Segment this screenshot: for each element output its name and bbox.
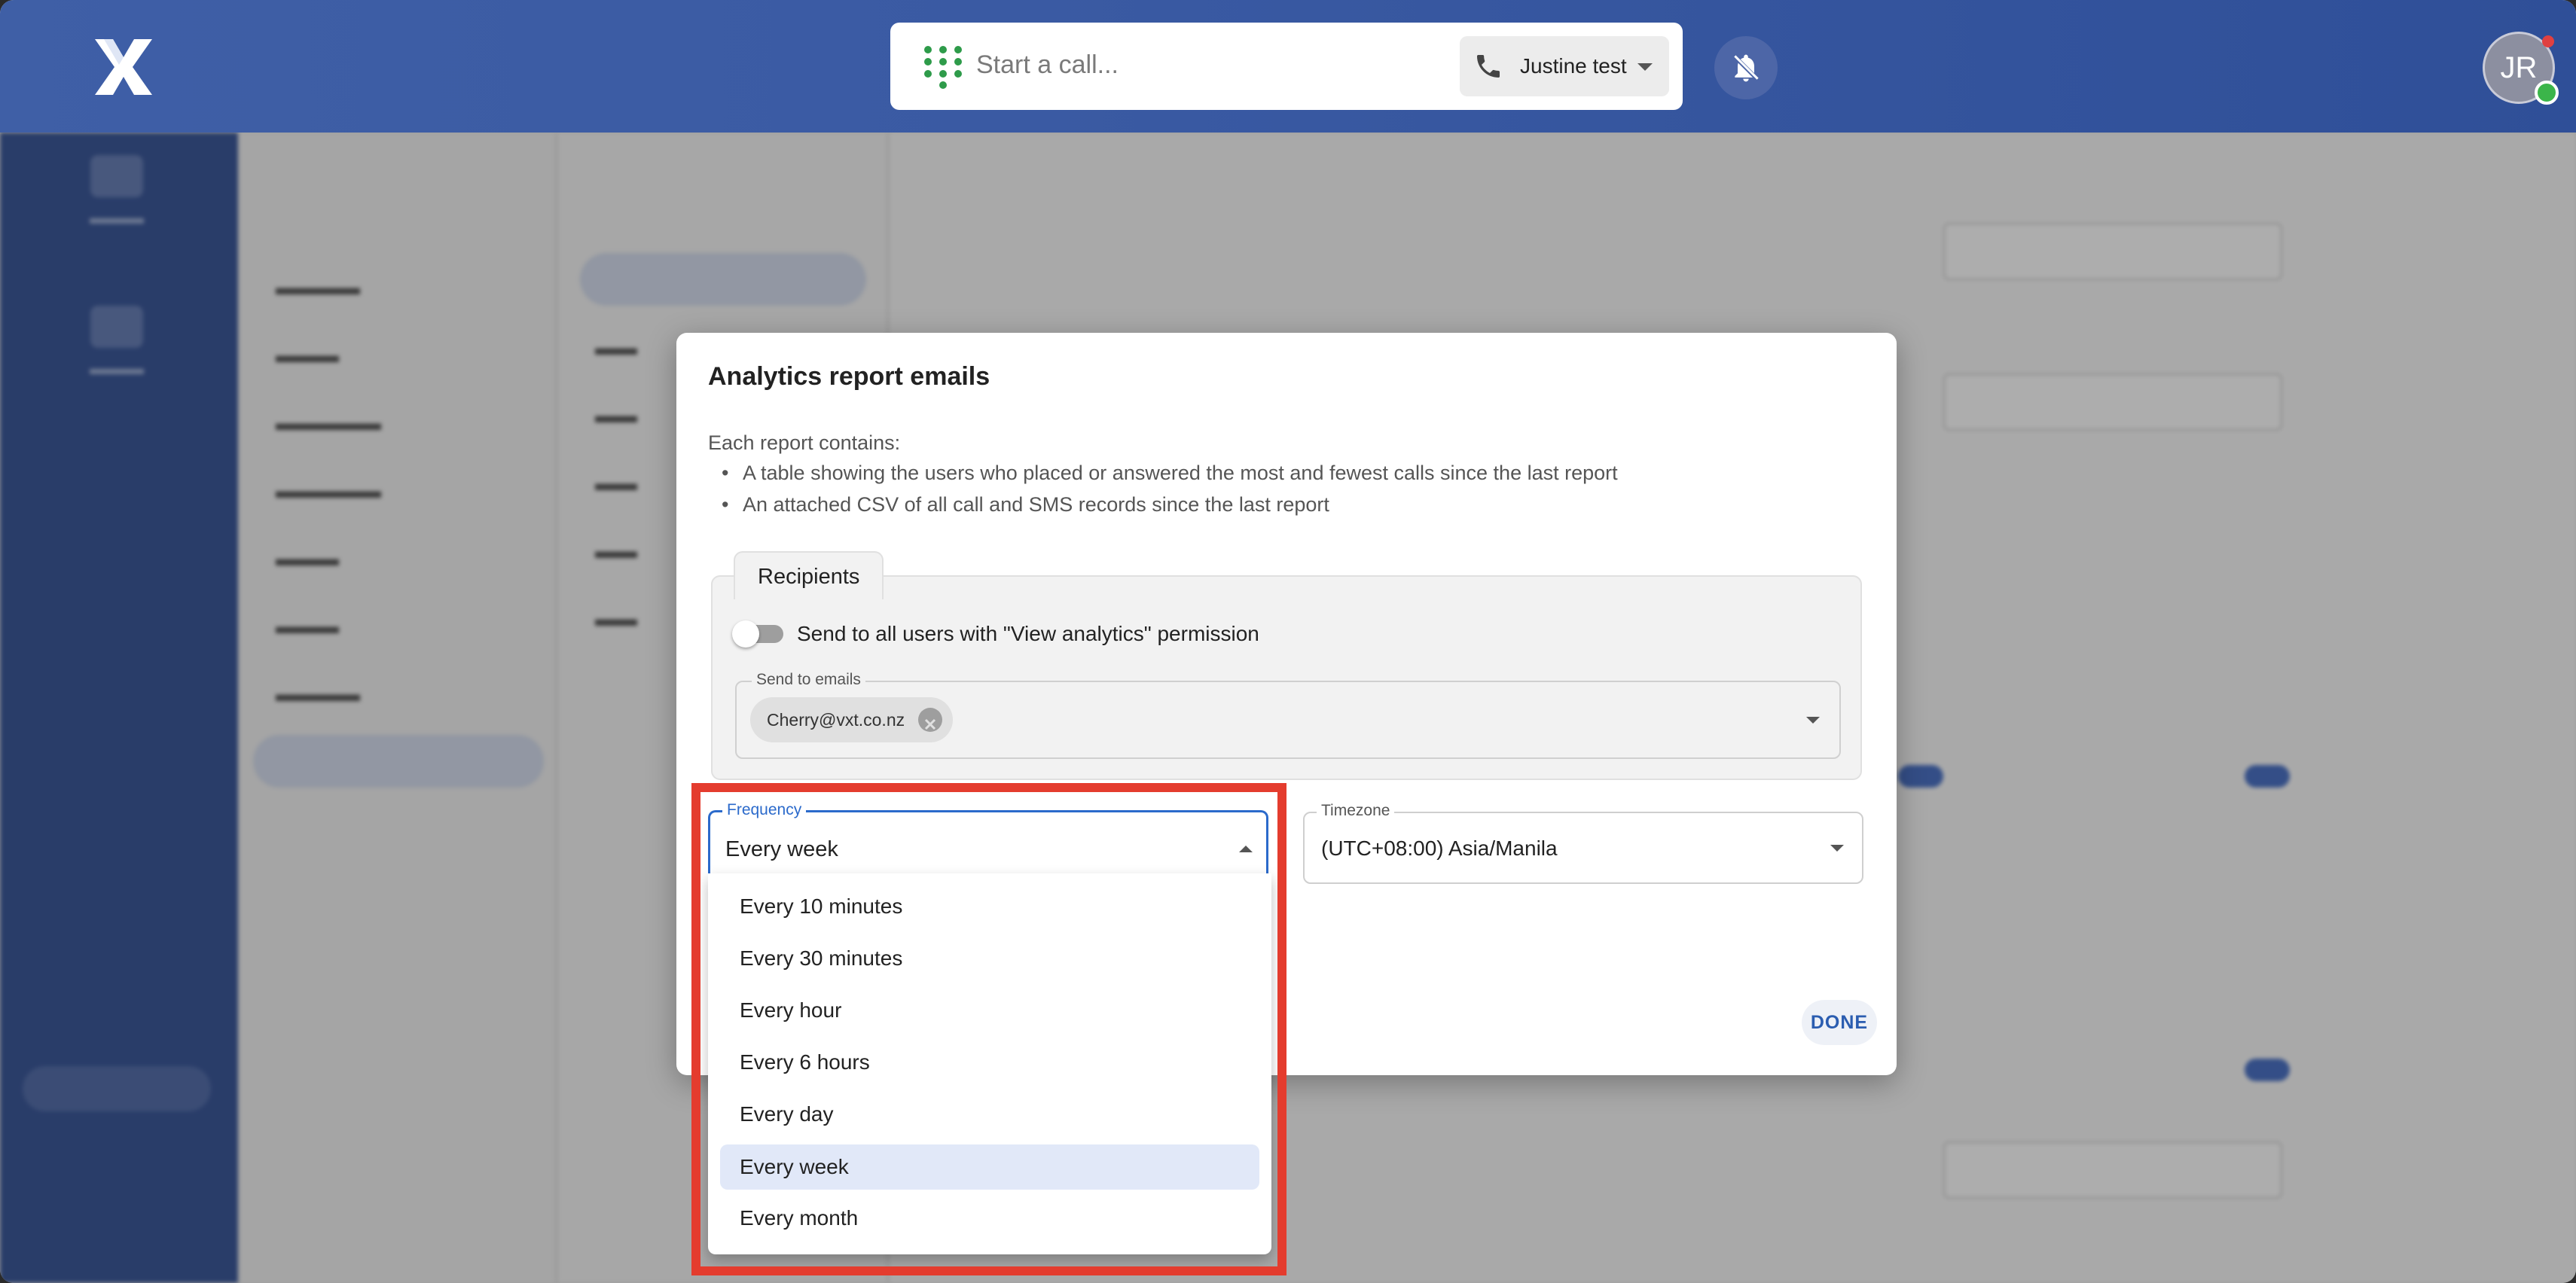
- bell-off-icon: [1732, 53, 1760, 82]
- toggle-thumb: [732, 620, 759, 648]
- timezone-label: Timezone: [1317, 801, 1395, 821]
- call-input[interactable]: Start a call...: [976, 48, 1119, 81]
- report-bullet: A table showing the users who placed or …: [722, 459, 1618, 486]
- timezone-select[interactable]: Timezone (UTC+08:00) Asia/Manila: [1303, 801, 1863, 884]
- avatar[interactable]: JR: [2483, 32, 2559, 105]
- app-logo-icon: [95, 39, 152, 95]
- emails-field-label: Send to emails: [752, 670, 865, 690]
- phone-icon: [1477, 55, 1500, 78]
- send-to-all-toggle[interactable]: [732, 620, 783, 648]
- email-chip: Cherry@vxt.co.nz: [750, 697, 954, 742]
- dialpad-icon[interactable]: [920, 44, 966, 89]
- call-bar: Start a call... Justine test: [890, 23, 1683, 110]
- report-bullet: An attached CSV of all call and SMS reco…: [722, 491, 1329, 518]
- email-chip-label: Cherry@vxt.co.nz: [767, 710, 905, 730]
- highlight-annotation-box: [691, 783, 1286, 1275]
- recipients-tab: Recipients: [734, 551, 884, 599]
- send-to-emails-field[interactable]: Send to emails Cherry@vxt.co.nz: [735, 670, 1841, 759]
- line-name: Justine test: [1520, 54, 1627, 78]
- dialog-title: Analytics report emails: [708, 362, 990, 391]
- screen: ▬▬▬ ▬▬▬ ▬▬▬▬ ▬▬▬ ▬▬▬▬▬ ▬▬▬▬▬ ▬▬▬ ▬▬▬ ▬▬▬…: [0, 0, 2576, 1283]
- chevron-down-icon: [1637, 63, 1653, 71]
- line-selector[interactable]: Justine test: [1460, 36, 1669, 96]
- dialog-intro: Each report contains:: [708, 431, 901, 454]
- recipients-section: Recipients Send to all users with "View …: [711, 551, 1862, 780]
- chevron-down-icon[interactable]: [1806, 717, 1820, 724]
- done-button[interactable]: DONE: [1802, 1000, 1877, 1045]
- send-to-all-label: Send to all users with "View analytics" …: [797, 622, 1259, 645]
- chevron-down-icon: [1830, 845, 1844, 852]
- notification-dot: [2542, 35, 2554, 47]
- online-status-dot: [2535, 81, 2559, 105]
- notifications-button[interactable]: [1714, 36, 1778, 99]
- timezone-value: (UTC+08:00) Asia/Manila: [1321, 837, 1558, 860]
- remove-chip-icon[interactable]: [918, 708, 943, 732]
- top-bar: Start a call... Justine test JR: [0, 0, 2576, 133]
